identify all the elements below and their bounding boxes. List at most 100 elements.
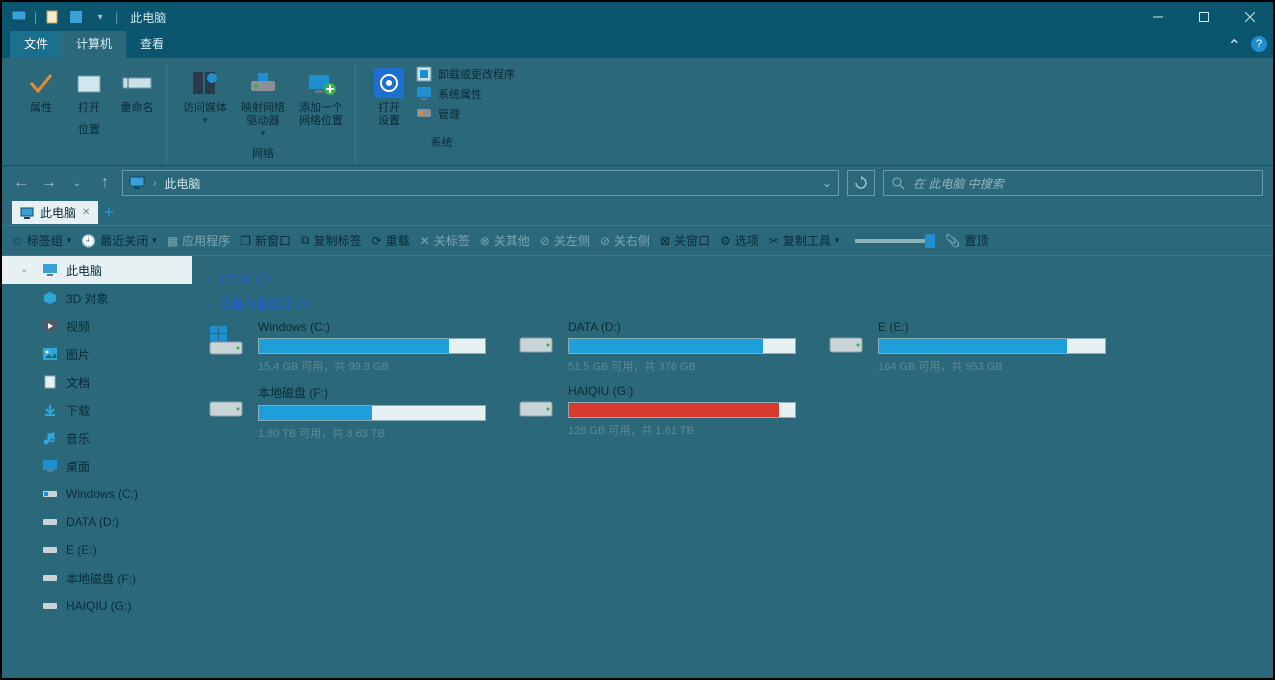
minimize-button[interactable] (1135, 2, 1181, 32)
rename-button[interactable]: 重命名 (116, 64, 158, 117)
copy-tab-button[interactable]: ⧉复制标签 (301, 232, 362, 249)
manage-button[interactable]: 管理 (416, 106, 515, 122)
drive-item[interactable]: HAIQIU (G:)128 GB 可用，共 1.81 TB (516, 384, 796, 441)
new-window-button[interactable]: ❐新窗口 (240, 232, 291, 249)
close-other-button[interactable]: ⊗关其他 (480, 232, 530, 249)
refresh-button[interactable] (847, 170, 875, 196)
open-folder-icon (72, 66, 106, 100)
sidebar-item-music[interactable]: 音乐 (2, 424, 192, 452)
rename-icon (120, 66, 154, 100)
ribbon-collapse-icon[interactable]: ⌃ (1228, 36, 1241, 56)
back-button[interactable]: ← (12, 174, 30, 192)
open-settings-button[interactable]: 打开 设置 (368, 64, 410, 130)
options-button[interactable]: ⚙选项 (720, 232, 759, 249)
maximize-button[interactable] (1181, 2, 1227, 32)
add-tab-button[interactable]: + (104, 204, 113, 222)
properties-button[interactable]: 属性 (20, 64, 62, 117)
drive-stat: 15.4 GB 可用，共 99.9 GB (258, 358, 486, 374)
drive-item[interactable]: E (E:)164 GB 可用，共 953 GB (826, 320, 1106, 374)
close-right-button[interactable]: ⊘关右侧 (600, 232, 650, 249)
address-bar[interactable]: › 此电脑 ⌄ (122, 170, 839, 196)
close-tab-icon[interactable]: ✕ (82, 207, 90, 218)
pin-button[interactable]: 📎置顶 (945, 232, 988, 249)
drive-item[interactable]: DATA (D:)51.5 GB 可用，共 376 GB (516, 320, 796, 374)
sidebar-item-this-pc[interactable]: 此电脑 (2, 256, 192, 284)
chevron-down-icon: ▾ (203, 115, 208, 126)
drive-stat: 128 GB 可用，共 1.81 TB (568, 422, 796, 438)
content-pane: ›文件夹 (7) ⌄设备和驱动器 (5) Windows (C:) 15.4 GB… (192, 256, 1273, 678)
cube-icon (42, 290, 58, 306)
ribbon-group-location-label: 位置 (78, 117, 100, 139)
slider-thumb[interactable] (925, 234, 935, 248)
media-server-icon (188, 66, 222, 100)
copy-tools-button[interactable]: ✂复制工具▾ (769, 232, 840, 249)
drive-usage-bar (258, 338, 486, 354)
window-tab-label: 此电脑 (40, 204, 76, 221)
uninstall-programs-button[interactable]: 卸载或更改程序 (416, 66, 515, 82)
search-placeholder: 在 此电脑 中搜索 (913, 175, 1004, 192)
breadcrumb-sep-icon: › (153, 178, 156, 189)
computer-icon (42, 262, 58, 278)
sidebar-item-pictures[interactable]: 图片 (2, 340, 192, 368)
recent-dropdown-icon[interactable]: ⌄ (68, 174, 86, 192)
sidebar-item-windows-c[interactable]: Windows (C:) (2, 480, 192, 508)
breadcrumb[interactable]: 此电脑 (164, 175, 200, 192)
close-left-icon: ⊘ (540, 234, 550, 248)
music-icon (42, 430, 58, 446)
chevron-down-icon[interactable]: ⌄ (20, 264, 28, 275)
tab-computer[interactable]: 计算机 (62, 31, 126, 58)
close-tab-button[interactable]: ✕关标签 (420, 232, 470, 249)
sidebar-item-3d-objects[interactable]: 3D 对象 (2, 284, 192, 312)
drive-stat: 164 GB 可用，共 953 GB (878, 358, 1106, 374)
sidebar-item-documents[interactable]: 文档 (2, 368, 192, 396)
recent-closed-button[interactable]: 🕘最近关闭▾ (81, 232, 157, 249)
qat-separator: | (34, 10, 37, 24)
ribbon-group-location: 属性 打开 重命名 位置 (12, 64, 167, 163)
chevron-right-icon: › (206, 273, 209, 284)
tab-file[interactable]: 文件 (10, 31, 62, 58)
drive-item[interactable]: 本地磁盘 (F:)1.80 TB 可用，共 3.63 TB (206, 384, 486, 441)
sidebar-item-haiqiu-g[interactable]: HAIQIU (G:) (2, 592, 192, 620)
reload-button[interactable]: ⟳重载 (372, 232, 410, 249)
document-icon[interactable] (43, 8, 61, 26)
sidebar: ⌄ 此电脑 3D 对象 视频 图片 文档 下载 音乐 桌面 Windows (C… (2, 256, 192, 678)
computer-icon (129, 176, 145, 190)
open-button[interactable]: 打开 (68, 64, 110, 117)
close-button[interactable] (1227, 2, 1273, 32)
forward-button[interactable]: → (40, 174, 58, 192)
tab-view[interactable]: 查看 (126, 31, 178, 58)
drive-item[interactable]: Windows (C:) 15.4 GB 可用，共 99.9 GB (206, 320, 486, 374)
close-window-button[interactable]: ⊠关窗口 (660, 232, 710, 249)
sidebar-item-desktop[interactable]: 桌面 (2, 452, 192, 480)
add-network-location-button[interactable]: 添加一个 网络位置 (295, 64, 347, 141)
ribbon-group-system: 打开 设置 卸载或更改程序 系统属性 管理 (360, 64, 523, 163)
sidebar-item-data-d[interactable]: DATA (D:) (2, 508, 192, 536)
video-icon (42, 318, 58, 334)
help-icon[interactable]: ? (1251, 36, 1267, 52)
apps-button[interactable]: ▦应用程序 (167, 232, 230, 249)
sidebar-item-videos[interactable]: 视频 (2, 312, 192, 340)
dropdown-qat-icon[interactable]: ▾ (91, 8, 109, 26)
devices-header[interactable]: ⌄设备和驱动器 (5) (206, 295, 1259, 312)
map-drive-button[interactable]: 映射网络 驱动器 ▾ (237, 64, 289, 141)
system-properties-button[interactable]: 系统属性 (416, 86, 515, 102)
access-media-button[interactable]: 访问媒体 ▾ (179, 64, 231, 141)
nav-row: ← → ⌄ ↑ › 此电脑 ⌄ 在 此电脑 中搜索 (2, 166, 1273, 200)
sidebar-item-local-f[interactable]: 本地磁盘 (F:) (2, 564, 192, 592)
drive-icon (42, 514, 58, 530)
drive-label: Windows (C:) (258, 320, 486, 334)
close-window-icon: ⊠ (660, 234, 670, 248)
sidebar-item-e-e[interactable]: E (E:) (2, 536, 192, 564)
tab-group-button[interactable]: ☆标签组▾ (12, 232, 71, 249)
sidebar-item-downloads[interactable]: 下载 (2, 396, 192, 424)
search-input[interactable]: 在 此电脑 中搜索 (883, 170, 1263, 196)
clock-icon: 🕘 (81, 234, 96, 248)
window-tab[interactable]: 此电脑 ✕ (12, 201, 98, 224)
close-left-button[interactable]: ⊘关左侧 (540, 232, 590, 249)
properties-qat-icon[interactable] (67, 8, 85, 26)
up-button[interactable]: ↑ (96, 174, 114, 192)
ribbon-tabs: 文件 计算机 查看 ⌃ ? (2, 32, 1273, 58)
address-dropdown-icon[interactable]: ⌄ (822, 176, 832, 190)
folders-header[interactable]: ›文件夹 (7) (206, 270, 1259, 287)
zoom-slider[interactable] (855, 239, 935, 243)
